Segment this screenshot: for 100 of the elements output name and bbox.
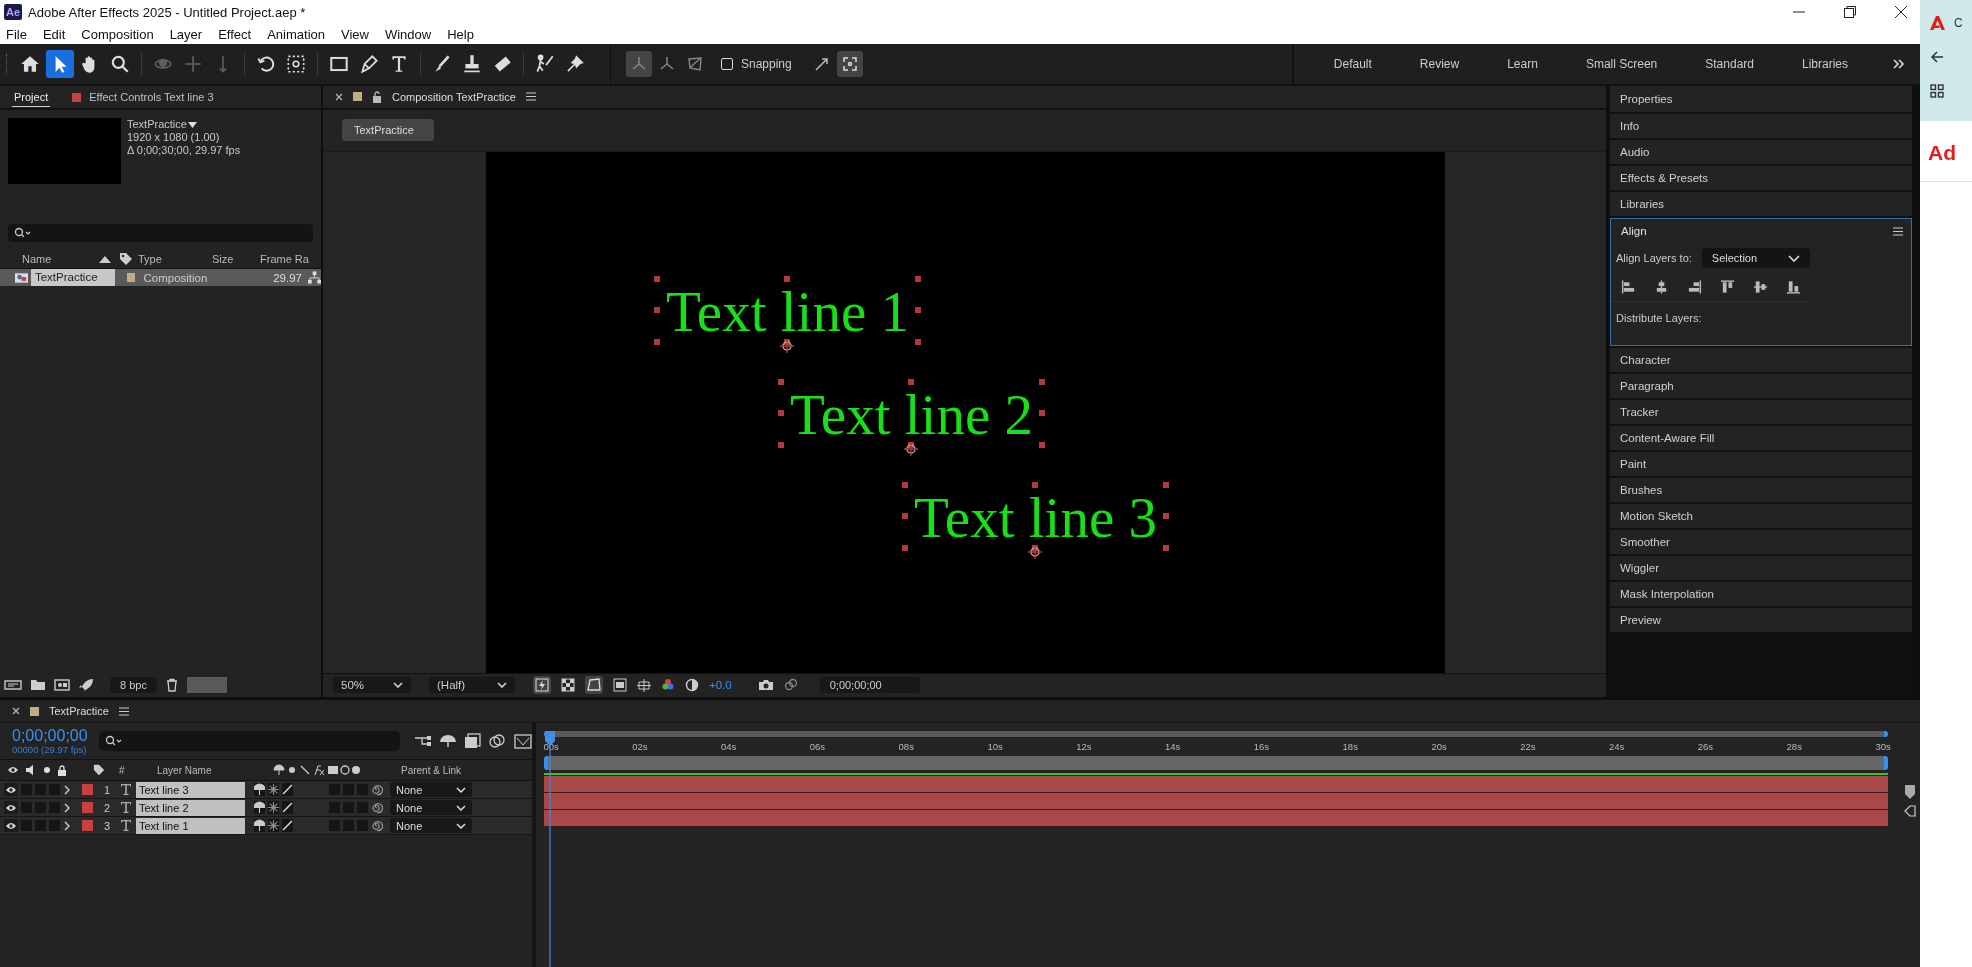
snapping-checkbox[interactable]: Snapping <box>721 57 792 71</box>
chevron-right-icon[interactable] <box>63 784 71 795</box>
film-icon[interactable] <box>54 678 70 692</box>
parent-dropdown[interactable]: None <box>390 800 472 815</box>
align-center-icon[interactable] <box>1654 279 1669 295</box>
restore-icon[interactable] <box>1843 5 1857 19</box>
current-time[interactable]: 0;00;00;00 <box>12 727 100 744</box>
resize-handle[interactable] <box>908 441 915 448</box>
pickwhip-icon[interactable] <box>371 783 383 796</box>
panel-header[interactable]: Preview <box>1610 608 1912 632</box>
layer-name[interactable]: Text line 3 <box>136 781 245 798</box>
workspace-tab[interactable]: Review <box>1419 57 1460 71</box>
search-field[interactable] <box>8 224 313 242</box>
color-swatch[interactable] <box>186 677 227 693</box>
resize-handle[interactable] <box>784 275 791 282</box>
layer-duration-bar[interactable] <box>544 810 1888 827</box>
align-left-icon[interactable] <box>1621 279 1636 295</box>
column-header[interactable]: Type <box>133 253 212 265</box>
trash-icon[interactable] <box>164 678 179 692</box>
bit-depth-button[interactable]: 8 bpc <box>110 677 157 693</box>
panel-header[interactable]: Motion Sketch <box>1610 504 1912 528</box>
panel-header[interactable]: Libraries <box>1610 192 1912 216</box>
checkerboard-icon[interactable] <box>561 678 575 693</box>
align-bottom-icon[interactable] <box>1786 279 1801 295</box>
anchor-point-icon[interactable] <box>780 338 795 353</box>
resolution-dropdown[interactable]: (Half) <box>429 677 515 694</box>
resize-handle[interactable] <box>654 338 660 345</box>
resize-handle[interactable] <box>1162 513 1169 520</box>
menu-icon[interactable] <box>1893 226 1903 236</box>
timecode-field[interactable]: 0;00;00;00 <box>819 677 920 694</box>
parent-dropdown[interactable]: None <box>390 782 472 797</box>
resize-handle[interactable] <box>1038 441 1045 448</box>
umbrella-icon[interactable] <box>254 783 265 796</box>
padlock-icon[interactable] <box>372 90 382 103</box>
exposure-value[interactable]: +0.0 <box>709 679 732 692</box>
motion-blur-icon[interactable] <box>489 733 507 749</box>
panel-tab[interactable]: Effect Controls Text line 3 <box>70 88 216 106</box>
resize-handle[interactable] <box>1162 544 1169 551</box>
caret-down-icon[interactable] <box>187 122 197 128</box>
magnification-dropdown[interactable]: 50% <box>333 677 411 694</box>
menu-item[interactable]: Layer <box>169 26 203 42</box>
resize-handle[interactable] <box>914 338 921 345</box>
menu-item[interactable]: Effect <box>218 26 252 42</box>
menu-item[interactable]: Window <box>384 26 432 42</box>
resize-handle[interactable] <box>784 338 791 345</box>
film-stack-icon[interactable] <box>464 733 482 749</box>
layer-duration-bar[interactable] <box>544 776 1888 793</box>
panel-tab[interactable]: TextPractice <box>49 705 109 717</box>
label-swatch[interactable] <box>353 92 362 102</box>
panel-header[interactable]: Mask Interpolation <box>1610 582 1912 606</box>
resize-handle[interactable] <box>778 441 784 448</box>
panel-header[interactable]: Smoother <box>1610 530 1912 554</box>
parent-dropdown[interactable]: None <box>390 818 472 833</box>
pickwhip-icon[interactable] <box>371 801 383 814</box>
region-icon[interactable] <box>613 678 627 693</box>
grid-guides-icon[interactable] <box>637 678 651 693</box>
fast-preview-button[interactable] <box>533 676 551 695</box>
panel-header[interactable]: Paragraph <box>1610 374 1912 398</box>
browser-tab-title[interactable]: C <box>1954 16 1963 30</box>
chevron-right-icon[interactable] <box>63 820 71 831</box>
align-target-dropdown[interactable]: Selection <box>1701 248 1810 268</box>
workspace-tab[interactable]: Learn <box>1507 57 1538 71</box>
pickwhip-icon[interactable] <box>371 819 383 832</box>
slash-icon[interactable] <box>282 801 293 814</box>
end-marker-icon[interactable] <box>1905 785 1915 799</box>
workspace-tab[interactable]: Standard <box>1705 57 1754 71</box>
eye-icon[interactable] <box>5 802 17 813</box>
sun-icon[interactable] <box>268 801 279 814</box>
resize-handle[interactable] <box>1038 410 1045 417</box>
double-chevron-icon[interactable] <box>1892 57 1906 71</box>
grid-icon[interactable] <box>1930 84 1944 98</box>
flowchart-icon[interactable] <box>307 271 321 284</box>
panel-header[interactable]: Character <box>1610 348 1912 372</box>
resize-handle[interactable] <box>902 544 908 551</box>
menu-item[interactable]: Composition <box>81 26 154 42</box>
eye-icon[interactable] <box>5 820 17 831</box>
anchor-point-icon[interactable] <box>904 441 919 456</box>
search-field[interactable] <box>99 731 400 751</box>
eye-icon[interactable] <box>5 784 17 795</box>
resize-handle[interactable] <box>908 378 915 385</box>
comp-marker-icon[interactable] <box>1904 805 1916 817</box>
workspace-tab[interactable]: Libraries <box>1801 57 1848 71</box>
menu-icon[interactable] <box>525 92 536 102</box>
resize-handle[interactable] <box>1038 378 1045 385</box>
resize-handle[interactable] <box>914 275 921 282</box>
label-swatch[interactable] <box>82 820 93 831</box>
align-right-icon[interactable] <box>1687 279 1702 295</box>
anchor-point-icon[interactable] <box>1028 544 1043 559</box>
folder-icon[interactable] <box>30 678 46 692</box>
menu-item[interactable]: View <box>341 26 369 42</box>
resize-handle[interactable] <box>1032 544 1039 551</box>
text-layer[interactable]: Text line 1 <box>662 283 913 337</box>
menu-item[interactable]: Edit <box>42 26 66 42</box>
label-swatch[interactable] <box>127 273 136 282</box>
resize-handle[interactable] <box>778 378 784 385</box>
layer-name[interactable]: Text line 2 <box>136 799 245 816</box>
tool-button[interactable] <box>836 51 863 77</box>
layer-name[interactable]: Text line 1 <box>136 817 245 834</box>
panel-header[interactable]: Effects & Presets <box>1610 166 1912 190</box>
resize-handle[interactable] <box>902 481 908 488</box>
